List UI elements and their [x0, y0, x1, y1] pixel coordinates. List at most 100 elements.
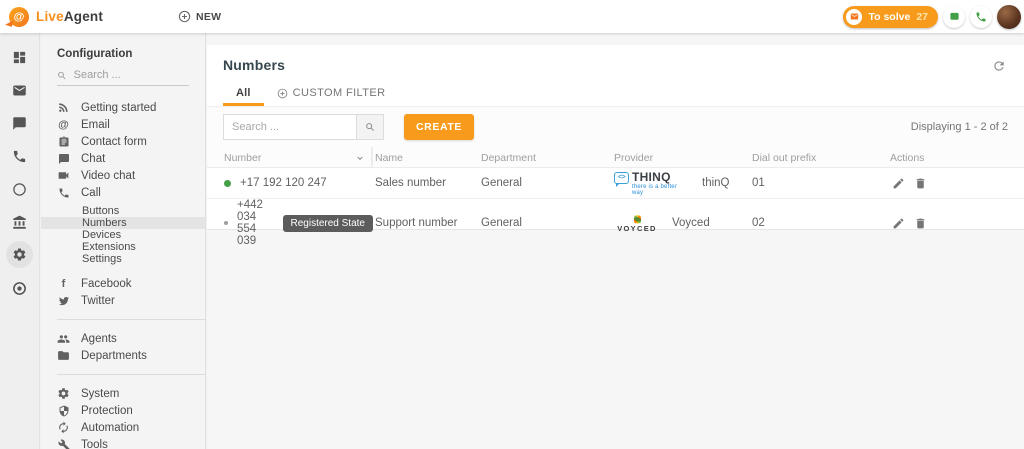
shield-icon: [57, 404, 70, 417]
table-search: [223, 114, 384, 140]
tab-custom-filter[interactable]: CUSTOM FILTER: [264, 87, 399, 106]
table-row[interactable]: +17 192 120 247 Sales number General <> …: [207, 168, 1024, 199]
at-icon: @: [57, 119, 70, 131]
table-row[interactable]: +442 034 554 039 Registered State Suppor…: [207, 199, 1024, 230]
academy-bank-icon: [12, 215, 27, 230]
sidebar-item-system[interactable]: System: [41, 385, 205, 402]
videocam-icon: [57, 169, 70, 182]
rail-item-settings[interactable]: [6, 241, 33, 268]
sidebar-subitem-numbers[interactable]: Numbers: [41, 217, 205, 229]
liveagent-logo[interactable]: @ LiveAgent: [0, 7, 103, 27]
envelope-icon: [850, 12, 859, 21]
rail-item-academy[interactable]: [10, 212, 30, 232]
new-button[interactable]: NEW: [178, 10, 221, 23]
sidebar-menu: Getting started @ Email Contact form Chat…: [41, 99, 205, 449]
number-cell: +442 034 554 039 Registered State: [207, 199, 373, 247]
edit-button[interactable]: [892, 177, 905, 190]
displaying-count: Displaying 1 - 2 of 2: [911, 121, 1008, 133]
icon-rail: [0, 33, 40, 449]
to-solve-label: To solve: [868, 11, 910, 23]
chat-bubble-icon: [57, 152, 70, 165]
to-solve-button[interactable]: To solve 27: [843, 6, 938, 28]
sidebar-subitem-buttons[interactable]: Buttons: [41, 205, 205, 217]
divider: [57, 374, 205, 375]
sort-chevron-down-icon: [356, 154, 364, 162]
rail-item-circle[interactable]: [10, 179, 30, 199]
numbers-panel: Numbers All CUSTOM FILTER CREATE Display…: [207, 45, 1024, 230]
rss-icon: [57, 101, 70, 114]
subitem-label: Buttons: [82, 205, 119, 217]
column-header-number[interactable]: Number: [207, 147, 373, 168]
delete-button[interactable]: [914, 217, 927, 230]
sidebar-item-facebook[interactable]: fFacebook: [41, 275, 205, 292]
status-dot-active: [224, 180, 231, 187]
sidebar-search[interactable]: [57, 69, 189, 86]
facebook-icon: f: [57, 278, 70, 290]
sidebar-item-agents[interactable]: Agents: [41, 330, 205, 347]
edit-button[interactable]: [892, 217, 905, 230]
column-header-provider: Provider: [612, 152, 750, 164]
rail-item-mail[interactable]: [10, 80, 30, 100]
column-header-dial-out-prefix: Dial out prefix: [750, 152, 888, 164]
delete-button[interactable]: [914, 177, 927, 190]
sidebar-item-protection[interactable]: Protection: [41, 402, 205, 419]
column-header-department: Department: [479, 152, 612, 164]
tabs: All CUSTOM FILTER: [207, 77, 1024, 107]
sidebar-item-departments[interactable]: Departments: [41, 347, 205, 364]
refresh-button[interactable]: [992, 59, 1006, 78]
sidebar-item-contact-form[interactable]: Contact form: [41, 133, 205, 150]
number-value: +17 192 120 247: [240, 177, 327, 189]
new-button-label: NEW: [196, 11, 221, 23]
sidebar-item-label: Contact form: [81, 136, 147, 148]
sidebar-subitem-devices[interactable]: Devices: [41, 229, 205, 241]
sidebar-subitem-extensions[interactable]: Extensions: [41, 241, 205, 253]
rail-item-call[interactable]: [10, 146, 30, 166]
sidebar-search-input[interactable]: [74, 69, 189, 81]
sidebar-item-call[interactable]: Call: [41, 184, 205, 201]
call-button[interactable]: [970, 6, 992, 28]
sidebar-item-label: Call: [81, 187, 101, 199]
table-search-input[interactable]: [223, 114, 356, 140]
phone-icon: [57, 186, 70, 199]
actions-cell: [888, 217, 1024, 230]
plus-circle-icon: [178, 10, 191, 23]
settings-gear-icon: [12, 247, 27, 262]
sidebar-item-email[interactable]: @ Email: [41, 116, 205, 133]
logo-text-agent: Agent: [64, 9, 103, 24]
topbar-actions: To solve 27: [843, 5, 1024, 29]
refresh-icon: [992, 59, 1006, 73]
to-solve-count: 27: [916, 11, 928, 23]
sidebar-item-label: Departments: [81, 350, 147, 362]
sidebar-item-label: Automation: [81, 422, 139, 434]
registered-state-badge: Registered State: [283, 215, 374, 232]
voyced-logo-text: VOYCED: [617, 225, 656, 233]
chat-bubble-icon: [12, 116, 27, 131]
sidebar-item-getting-started[interactable]: Getting started: [41, 99, 205, 116]
sidebar-item-label: Email: [81, 119, 110, 131]
tab-all[interactable]: All: [223, 87, 264, 106]
column-header-name: Name: [373, 152, 479, 164]
search-submit-button[interactable]: [356, 114, 384, 140]
chat-button[interactable]: [943, 6, 965, 28]
sidebar-item-chat[interactable]: Chat: [41, 150, 205, 167]
trash-icon: [914, 217, 927, 230]
status-dot-registered: [224, 221, 228, 225]
thinq-logo: <> THINQ there is a better way: [614, 171, 690, 196]
sidebar-item-tools[interactable]: Tools: [41, 436, 205, 449]
sidebar-subitem-settings[interactable]: Settings: [41, 253, 205, 265]
rail-item-dashboard[interactable]: [10, 47, 30, 67]
subitem-label: Extensions: [82, 241, 136, 253]
sidebar-item-video-chat[interactable]: Video chat: [41, 167, 205, 184]
voyced-petals-icon: [628, 214, 647, 224]
rail-item-gamification[interactable]: [10, 278, 30, 298]
avatar[interactable]: [997, 5, 1021, 29]
rail-item-chat[interactable]: [10, 113, 30, 133]
chat-icon: [949, 11, 960, 22]
topbar: @ LiveAgent NEW To solve 27: [0, 0, 1024, 33]
sidebar-item-automation[interactable]: Automation: [41, 419, 205, 436]
create-button[interactable]: CREATE: [404, 114, 474, 140]
logo-text-live: Live: [36, 9, 64, 24]
sidebar-item-twitter[interactable]: Twitter: [41, 292, 205, 309]
pencil-icon: [892, 177, 905, 190]
pencil-icon: [892, 217, 905, 230]
